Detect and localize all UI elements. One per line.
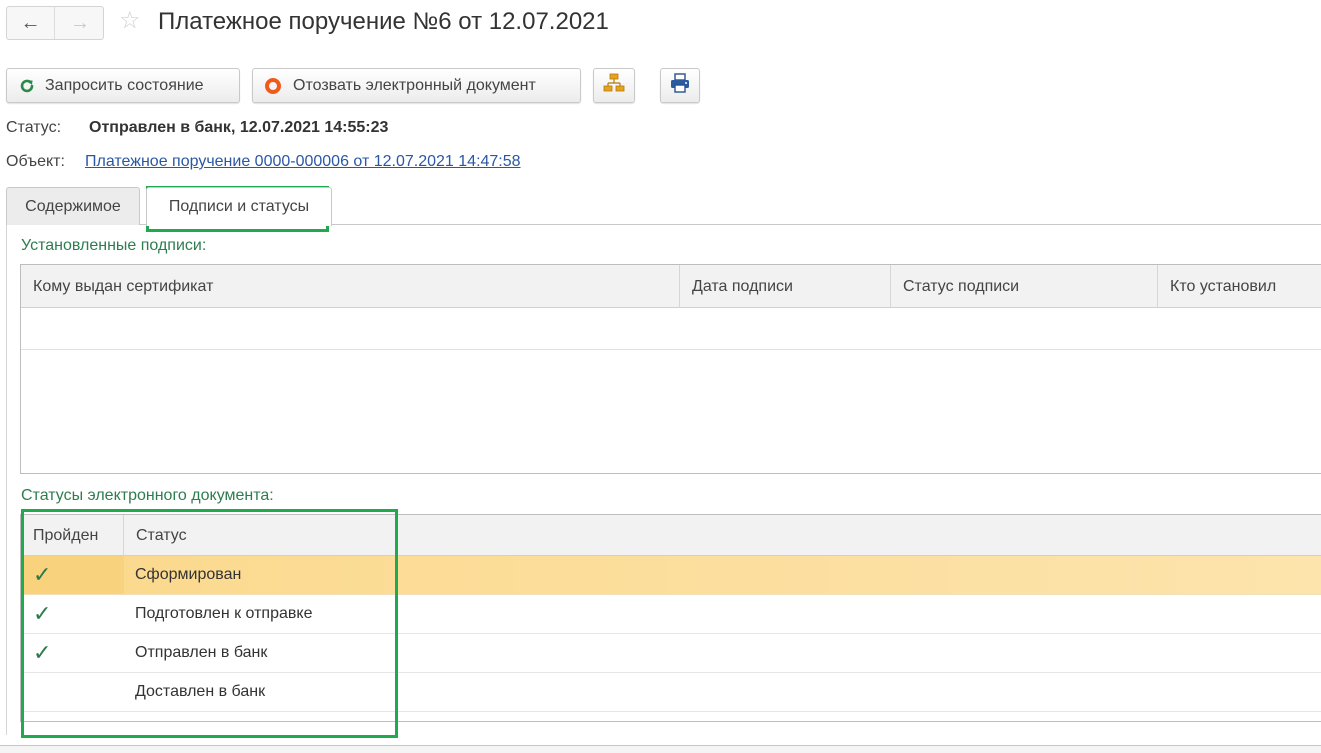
- passed-cell: ✓: [21, 595, 124, 633]
- status-label: Статус:: [6, 119, 62, 136]
- favorite-star-icon[interactable]: ☆: [119, 9, 141, 33]
- revoke-icon: [265, 77, 281, 94]
- statuses-section-title: Статусы электронного документа:: [21, 487, 274, 504]
- refresh-icon: [19, 78, 35, 94]
- bottom-bar: [0, 745, 1321, 753]
- tab-content-label: Содержимое: [25, 197, 121, 215]
- table-row[interactable]: [21, 308, 1321, 350]
- status-cell: Подготовлен к отправке: [135, 605, 313, 622]
- statuses-table-header: Пройден Статус: [21, 515, 1321, 556]
- checkmark-icon: ✓: [33, 562, 52, 587]
- tab-signatures-statuses-label: Подписи и статусы: [168, 198, 310, 215]
- passed-cell: [21, 673, 124, 711]
- revoke-document-button[interactable]: Отозвать электронный документ: [252, 68, 581, 103]
- table-row[interactable]: ✓ Подготовлен к отправке: [21, 595, 1321, 634]
- table-row[interactable]: Доставлен в банк: [21, 673, 1321, 712]
- page-title: Платежное поручение №6 от 12.07.2021: [158, 8, 609, 35]
- object-link[interactable]: Платежное поручение 0000-000006 от 12.07…: [85, 153, 521, 171]
- signatures-table-header: Кому выдан сертификат Дата подписи Стату…: [21, 265, 1321, 308]
- status-cell: Отправлен в банк: [135, 644, 268, 661]
- nav-buttons: ← →: [6, 6, 104, 40]
- table-row[interactable]: ✓ Отправлен в банк: [21, 634, 1321, 673]
- passed-cell: ✓: [21, 556, 124, 594]
- signatures-table[interactable]: Кому выдан сертификат Дата подписи Стату…: [20, 264, 1321, 474]
- object-label: Объект:: [6, 153, 65, 170]
- hierarchy-icon: [603, 72, 625, 99]
- arrow-left-icon: ←: [20, 11, 41, 34]
- signatures-section-title: Установленные подписи:: [21, 237, 207, 254]
- passed-cell: ✓: [21, 634, 124, 672]
- checkmark-icon: ✓: [33, 601, 52, 626]
- refresh-status-button[interactable]: Запросить состояние: [6, 68, 240, 103]
- column-status[interactable]: Статус: [124, 515, 394, 556]
- status-cell: Сформирован: [135, 566, 242, 583]
- back-button[interactable]: ←: [7, 7, 55, 39]
- column-signature-date[interactable]: Дата подписи: [680, 265, 891, 308]
- forward-button[interactable]: →: [56, 7, 104, 39]
- checkmark-icon: ✓: [33, 640, 52, 665]
- print-button[interactable]: [660, 68, 700, 103]
- status-cell: Доставлен в банк: [135, 683, 266, 700]
- arrow-right-icon: →: [70, 11, 90, 34]
- column-passed[interactable]: Пройден: [21, 515, 124, 556]
- status-value: Отправлен в банк, 12.07.2021 14:55:23: [89, 119, 389, 136]
- column-certificate-owner[interactable]: Кому выдан сертификат: [21, 265, 680, 308]
- table-row[interactable]: ✓ Сформирован: [21, 556, 1321, 595]
- printer-icon: [669, 72, 691, 99]
- document-structure-button[interactable]: [593, 68, 635, 103]
- tab-content[interactable]: Содержимое: [6, 187, 140, 225]
- statuses-table[interactable]: Пройден Статус ✓ Сформирован ✓ Подготовл…: [20, 514, 1321, 722]
- revoke-document-label: Отозвать электронный документ: [293, 76, 536, 94]
- tab-signatures-statuses[interactable]: Подписи и статусы: [146, 187, 332, 226]
- column-signature-status[interactable]: Статус подписи: [891, 265, 1158, 308]
- refresh-status-label: Запросить состояние: [45, 76, 204, 94]
- column-signed-by[interactable]: Кто установил: [1158, 265, 1321, 308]
